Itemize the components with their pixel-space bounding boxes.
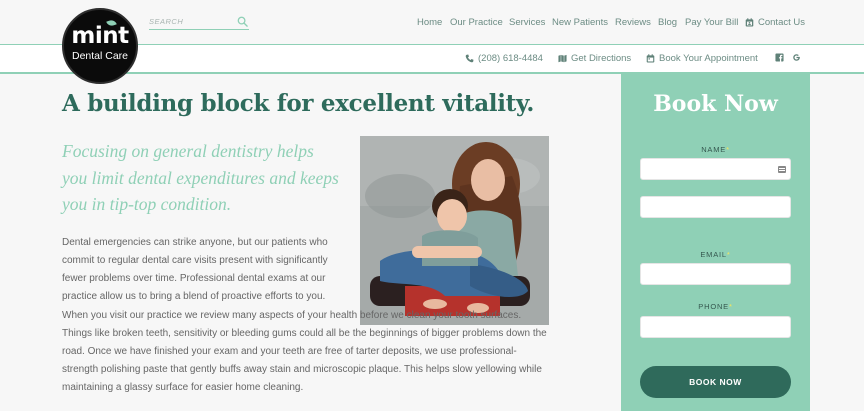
last-name-field[interactable] bbox=[640, 196, 791, 218]
email-label: EMAIL* bbox=[621, 250, 810, 259]
google-icon bbox=[793, 54, 800, 61]
nav-item-services[interactable]: Services bbox=[509, 17, 545, 28]
phone-link[interactable]: (208) 618-4484 bbox=[465, 53, 543, 64]
search-box bbox=[149, 14, 249, 30]
required-mark: * bbox=[726, 250, 731, 259]
autofill-icon[interactable] bbox=[778, 166, 786, 173]
site-logo[interactable]: mint Dental Care bbox=[62, 8, 138, 84]
lead-text: Focusing on general dentistry helps you … bbox=[62, 141, 339, 214]
nav-item-new-patients[interactable]: New Patients bbox=[552, 17, 608, 28]
map-icon bbox=[558, 54, 567, 63]
phone-label: PHONE* bbox=[621, 302, 810, 311]
required-mark: * bbox=[726, 145, 730, 154]
contact-card-icon bbox=[745, 18, 754, 27]
name-label: NAME* bbox=[621, 145, 810, 154]
contact-us-label: Contact Us bbox=[758, 17, 805, 28]
facebook-link[interactable] bbox=[775, 53, 784, 62]
phone-field[interactable] bbox=[640, 316, 791, 338]
first-name-field[interactable] bbox=[640, 158, 791, 180]
nav-item-contact-us[interactable]: Contact Us bbox=[745, 17, 805, 28]
booking-form: Book Now NAME* EMAIL* PHONE* BOOK NOW bbox=[621, 74, 810, 411]
page-title: A building block for excellent vitality. bbox=[62, 90, 535, 117]
directions-link[interactable]: Get Directions bbox=[558, 53, 631, 64]
nav-item-blog[interactable]: Blog bbox=[658, 17, 677, 28]
paragraph-emergencies: Dental emergencies can strike anyone, bu… bbox=[62, 237, 328, 302]
book-now-button[interactable]: BOOK NOW bbox=[640, 366, 791, 398]
email-label-text: EMAIL bbox=[700, 250, 727, 259]
facebook-icon bbox=[775, 53, 784, 62]
phone-label-text: PHONE bbox=[698, 302, 729, 311]
phone-number: (208) 618-4484 bbox=[478, 53, 543, 64]
booking-title: Book Now bbox=[653, 91, 778, 117]
logo-subtitle: Dental Care bbox=[71, 50, 129, 62]
nav-item-pay-your-bill[interactable]: Pay Your Bill bbox=[685, 17, 738, 28]
phone-icon bbox=[465, 54, 474, 63]
name-label-text: NAME bbox=[701, 145, 727, 154]
book-appointment-label: Book Your Appointment bbox=[659, 53, 758, 64]
required-mark: * bbox=[728, 302, 733, 311]
google-link[interactable] bbox=[792, 53, 801, 62]
email-field[interactable] bbox=[640, 263, 791, 285]
directions-label: Get Directions bbox=[571, 53, 632, 64]
nav-item-reviews[interactable]: Reviews bbox=[615, 17, 651, 28]
book-appointment-link[interactable]: Book Your Appointment bbox=[646, 53, 758, 64]
logo-brand: mint bbox=[71, 23, 129, 49]
search-icon[interactable] bbox=[237, 16, 248, 27]
calendar-icon bbox=[646, 54, 655, 63]
paragraph-visit: When you visit our practice we review ma… bbox=[62, 310, 547, 393]
search-input[interactable] bbox=[149, 14, 233, 28]
photo-illustration bbox=[360, 136, 549, 325]
nav-item-our-practice[interactable]: Our Practice bbox=[450, 17, 503, 28]
nav-item-home[interactable]: Home bbox=[417, 17, 442, 28]
mother-child-photo bbox=[360, 136, 549, 325]
